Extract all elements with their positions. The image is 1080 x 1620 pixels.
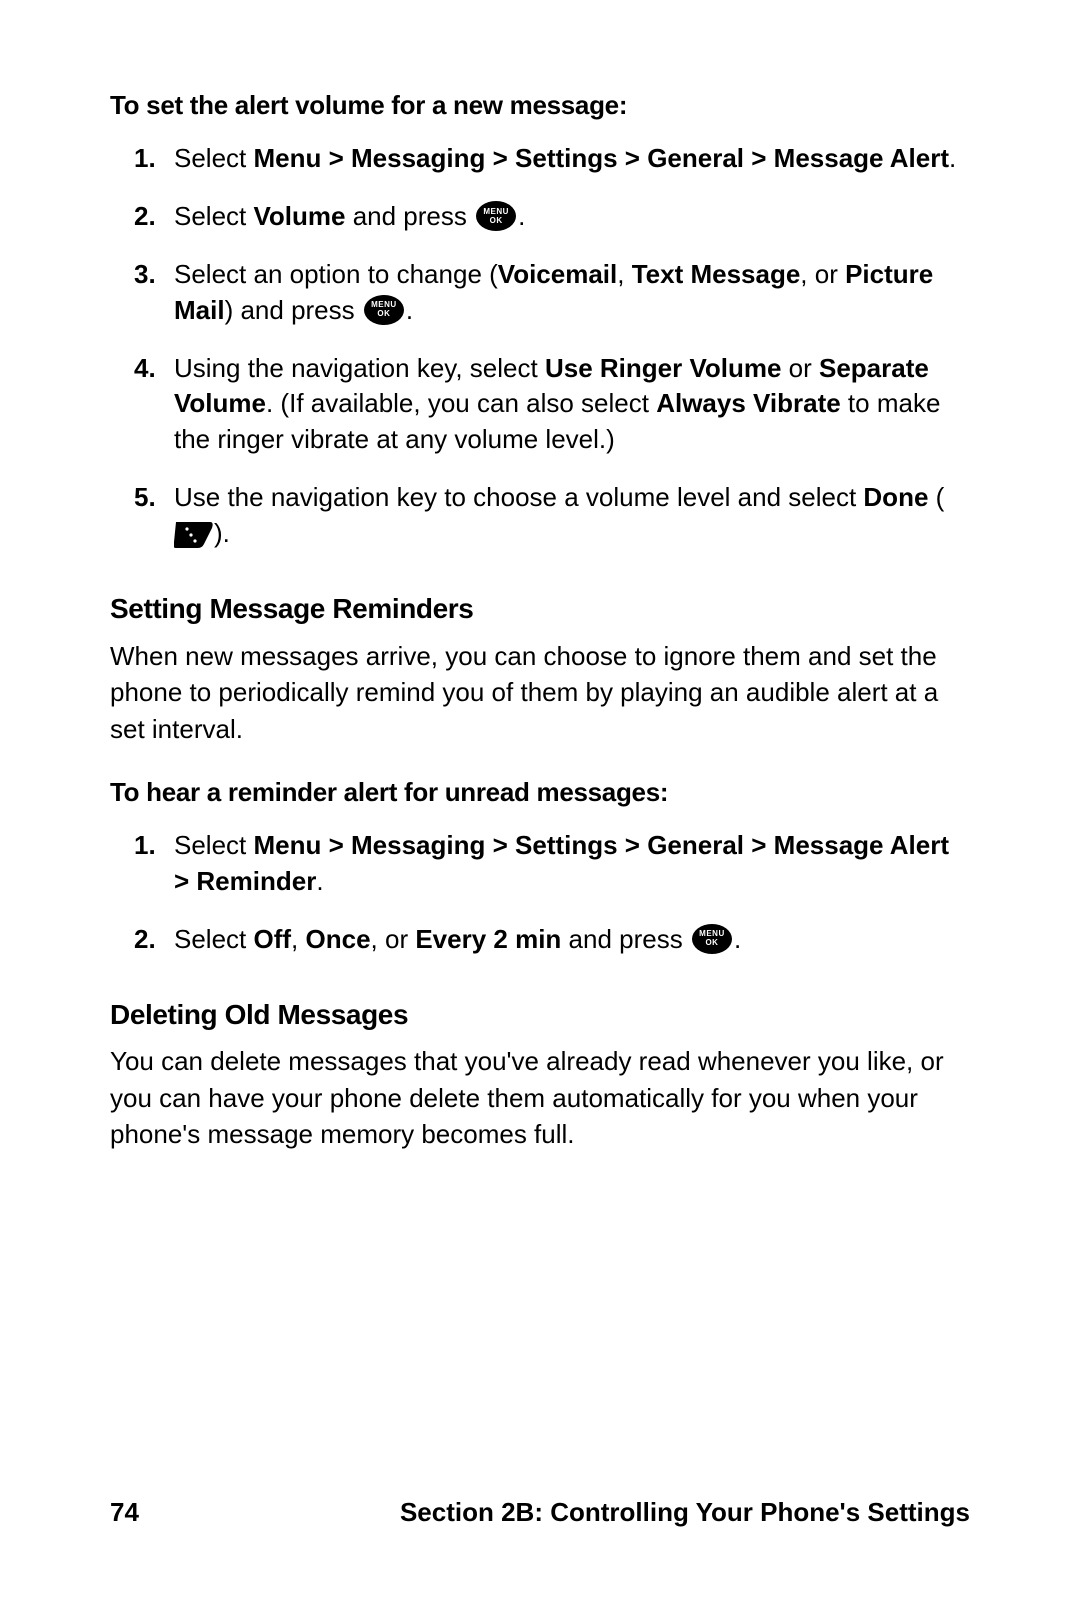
bold-text: Text Message (632, 259, 801, 289)
bold-text: Off (254, 924, 292, 954)
heading-setting-message-reminders: Setting Message Reminders (110, 590, 970, 628)
text: ). (214, 518, 230, 548)
bold-text: Done (863, 482, 928, 512)
page-number: 74 (110, 1495, 139, 1530)
text: Select (174, 924, 254, 954)
menu-ok-icon: MENUOK (476, 201, 516, 231)
text: ( (928, 482, 944, 512)
text: Select an option to change ( (174, 259, 498, 289)
text: Select (174, 201, 254, 231)
bold-text: Voicemail (498, 259, 617, 289)
text: , or (800, 259, 845, 289)
text: , (617, 259, 631, 289)
bold-text: Every 2 min (415, 924, 561, 954)
text: , or (371, 924, 416, 954)
bold-text: Use Ringer Volume (545, 353, 781, 383)
intro-reminder-alert: To hear a reminder alert for unread mess… (110, 775, 970, 810)
list-item: 2. Select Volume and press MENUOK. (174, 199, 970, 235)
text: . (316, 866, 323, 896)
bold-text: Once (306, 924, 371, 954)
heading-deleting-old-messages: Deleting Old Messages (110, 996, 970, 1034)
text: . (949, 143, 956, 173)
text: . (518, 201, 525, 231)
steps-set-alert-volume: 1. Select Menu > Messaging > Settings > … (110, 141, 970, 552)
list-item: 1. Select Menu > Messaging > Settings > … (174, 828, 970, 900)
text: or (781, 353, 819, 383)
menu-ok-icon: MENUOK (364, 295, 404, 325)
text: Select (174, 143, 254, 173)
steps-reminder-alert: 1. Select Menu > Messaging > Settings > … (110, 828, 970, 958)
list-item: 3. Select an option to change (Voicemail… (174, 257, 970, 329)
text: . (406, 295, 413, 325)
paragraph: When new messages arrive, you can choose… (110, 638, 970, 747)
paragraph: You can delete messages that you've alre… (110, 1043, 970, 1152)
intro-set-alert-volume: To set the alert volume for a new messag… (110, 88, 970, 123)
text: , (291, 924, 305, 954)
text: ) and press (225, 295, 362, 325)
text: . (If available, you can also select (266, 388, 656, 418)
bold-text: Volume (254, 201, 346, 231)
bold-text: Always Vibrate (656, 388, 841, 418)
list-item: 4. Using the navigation key, select Use … (174, 351, 970, 459)
text: and press (561, 924, 690, 954)
text: Using the navigation key, select (174, 353, 545, 383)
list-item: 1. Select Menu > Messaging > Settings > … (174, 141, 970, 177)
list-item: 5. Use the navigation key to choose a vo… (174, 480, 970, 552)
text: and press (345, 201, 474, 231)
text: . (734, 924, 741, 954)
done-softkey-icon (174, 518, 214, 548)
list-item: 2. Select Off, Once, or Every 2 min and … (174, 922, 970, 958)
menu-path: Menu > Messaging > Settings > General > … (254, 143, 950, 173)
text: Select (174, 830, 254, 860)
section-title: Section 2B: Controlling Your Phone's Set… (400, 1495, 970, 1530)
footer: 74 Section 2B: Controlling Your Phone's … (110, 1495, 970, 1530)
menu-path: Menu > Messaging > Settings > General > … (174, 830, 949, 896)
text: Use the navigation key to choose a volum… (174, 482, 863, 512)
menu-ok-icon: MENUOK (692, 924, 732, 954)
